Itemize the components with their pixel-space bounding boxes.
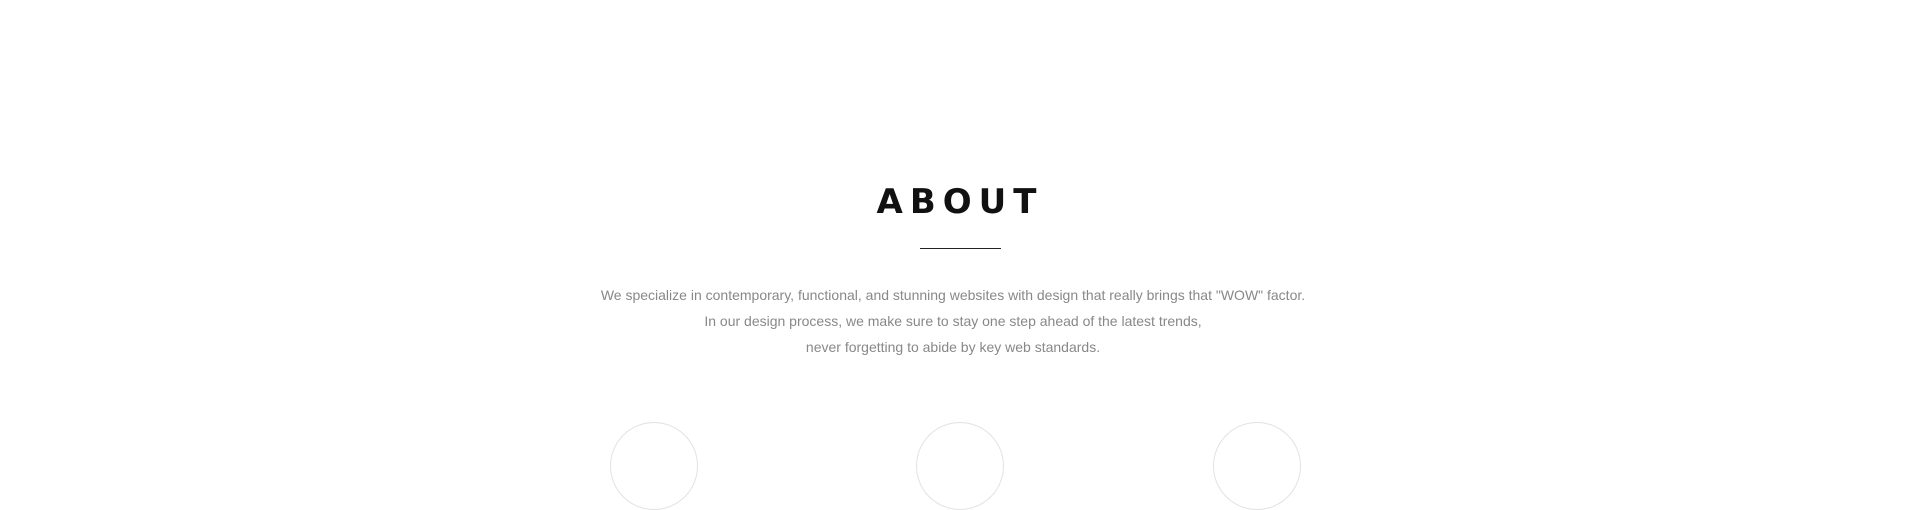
about-description-line-3: never forgetting to abide by key web sta… xyxy=(805,339,1101,355)
feature-circle-icon xyxy=(1213,422,1301,510)
about-description-line-1: We specialize in contemporary, functiona… xyxy=(600,287,1306,303)
about-description: We specialize in contemporary, functiona… xyxy=(0,282,1906,360)
feature-circle-icon xyxy=(916,422,1004,510)
section-title: ABOUT xyxy=(876,182,1044,222)
title-divider xyxy=(920,248,1001,249)
about-description-line-2: In our design process, we make sure to s… xyxy=(704,313,1202,329)
feature-circle-icon xyxy=(610,422,698,510)
about-section: ABOUT We specialize in contemporary, fun… xyxy=(0,0,1920,510)
